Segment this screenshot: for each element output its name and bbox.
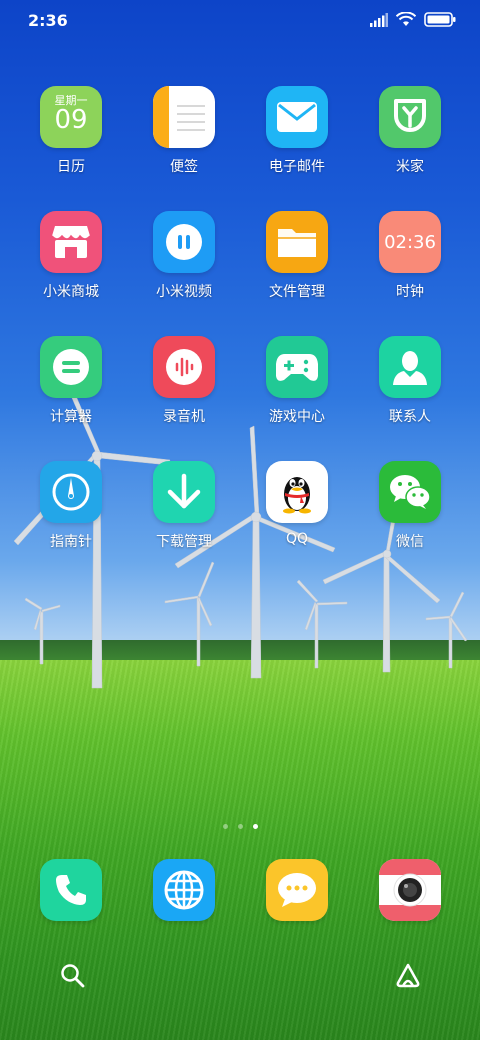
- app-notes[interactable]: 便签: [129, 86, 239, 196]
- gamepad-icon: [266, 336, 328, 398]
- app-label: 游戏中心: [269, 409, 325, 425]
- app-label: 联系人: [389, 409, 431, 425]
- assistant-icon: [396, 963, 420, 988]
- app-recorder[interactable]: 录音机: [129, 336, 239, 446]
- app-compass[interactable]: 指南针: [16, 461, 126, 571]
- page-dot-active[interactable]: [252, 824, 258, 829]
- app-label: 电子邮件: [269, 159, 325, 175]
- app-email[interactable]: 电子邮件: [242, 86, 352, 196]
- dock-messages[interactable]: [266, 859, 328, 921]
- camera-icon: [379, 859, 441, 921]
- app-label: 录音机: [163, 409, 205, 425]
- video-icon: [153, 211, 215, 273]
- compass-icon: [40, 461, 102, 523]
- browser-icon: [153, 859, 215, 921]
- mail-icon: [266, 86, 328, 148]
- app-label: 时钟: [396, 284, 424, 300]
- store-icon: [40, 211, 102, 273]
- global-search-button[interactable]: [58, 961, 88, 991]
- status-bar: 2:36: [0, 0, 480, 42]
- app-qq[interactable]: QQ: [242, 461, 352, 571]
- app-label: 计算器: [50, 409, 92, 425]
- notes-icon: [153, 86, 215, 148]
- app-calculator[interactable]: 计算器: [16, 336, 126, 446]
- clock-icon: 02:36: [379, 211, 441, 273]
- app-label: 下载管理: [156, 534, 212, 550]
- app-downloads[interactable]: 下载管理: [129, 461, 239, 571]
- app-label: 小米商城: [43, 284, 99, 300]
- download-icon: [153, 461, 215, 523]
- calendar-icon: 星期一 09: [40, 86, 102, 148]
- app-clock[interactable]: 02:36 时钟: [355, 211, 465, 321]
- app-calendar[interactable]: 星期一 09 日历: [16, 86, 126, 196]
- calculator-icon: [40, 336, 102, 398]
- search-icon: [61, 964, 85, 988]
- page-indicator: [0, 824, 480, 829]
- app-wechat[interactable]: 微信: [355, 461, 465, 571]
- recorder-icon: [153, 336, 215, 398]
- wechat-icon: [379, 461, 441, 523]
- qq-penguin-icon: [266, 461, 328, 523]
- app-file-manager[interactable]: 文件管理: [242, 211, 352, 321]
- app-mi-video[interactable]: 小米视频: [129, 211, 239, 321]
- calendar-day: 09: [54, 105, 88, 135]
- wifi-icon: [396, 12, 416, 26]
- clock-time: 02:36: [384, 231, 436, 253]
- app-mijia[interactable]: 米家: [355, 86, 465, 196]
- app-label: 日历: [57, 159, 85, 175]
- signal-icon: [370, 12, 388, 27]
- folder-icon: [266, 211, 328, 273]
- contacts-icon: [379, 336, 441, 398]
- messages-icon: [266, 859, 328, 921]
- app-label: 米家: [396, 159, 424, 175]
- status-icons: [370, 12, 456, 27]
- app-label: QQ: [285, 531, 309, 547]
- battery-icon: [424, 12, 456, 27]
- app-contacts[interactable]: 联系人: [355, 336, 465, 446]
- app-label: 小米视频: [156, 284, 212, 300]
- dock-browser[interactable]: [153, 859, 215, 921]
- page-dot[interactable]: [237, 824, 243, 829]
- dock-camera[interactable]: [379, 859, 441, 921]
- status-time: 2:36: [28, 11, 68, 30]
- app-label: 便签: [170, 159, 198, 175]
- app-game-center[interactable]: 游戏中心: [242, 336, 352, 446]
- phone-icon: [40, 859, 102, 921]
- app-label: 微信: [396, 534, 424, 550]
- assistant-button[interactable]: [393, 961, 423, 991]
- app-label: 指南针: [50, 534, 92, 550]
- dock-phone[interactable]: [40, 859, 102, 921]
- page-dot[interactable]: [222, 824, 228, 829]
- app-label: 文件管理: [269, 284, 325, 300]
- mijia-icon: [379, 86, 441, 148]
- app-mi-store[interactable]: 小米商城: [16, 211, 126, 321]
